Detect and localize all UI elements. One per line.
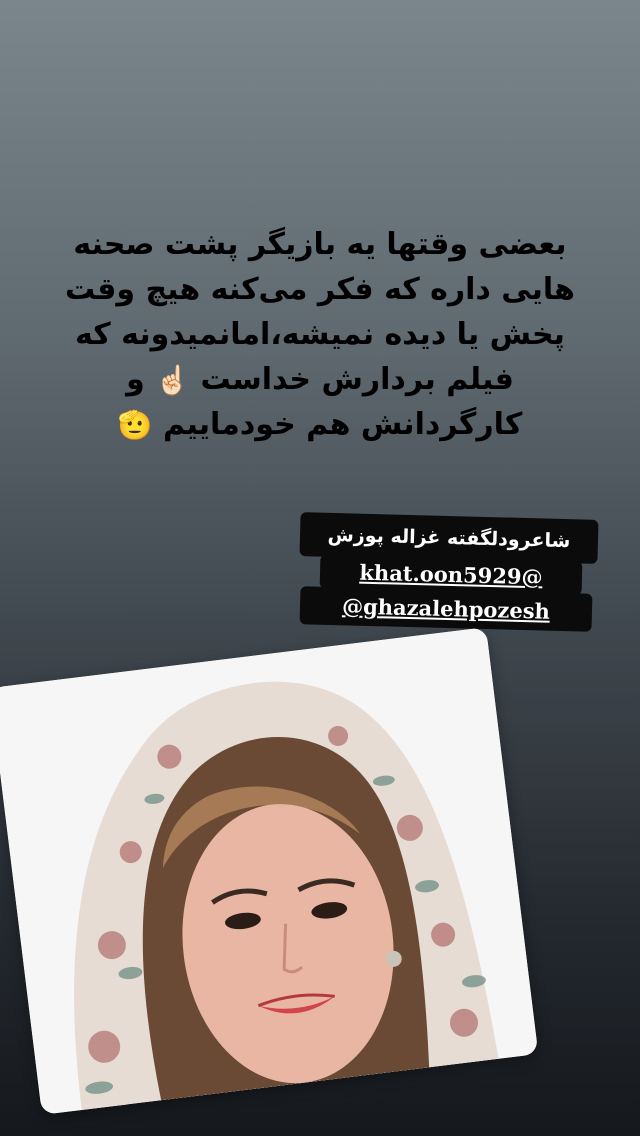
instagram-handle-tag-2[interactable]: @ghazalehpozesh xyxy=(299,586,593,632)
portrait-photo-image xyxy=(0,627,539,1115)
quote-line-4: فیلم بردارش خداست ☝🏻 و xyxy=(40,357,600,402)
quote-line-5-text: کارگردانش هم خودماییم xyxy=(162,407,523,442)
quote-line-2: هایی داره که فکر می‌کنه هیچ وقت xyxy=(65,272,575,307)
quote-word-and: و xyxy=(126,362,145,397)
quote-line-1: بعضی وقتها یه بازیگر پشت صحنه xyxy=(73,227,567,262)
portrait-photo-card xyxy=(0,627,539,1115)
quote-line-3: پخش یا دیده نمیشه،امانمیدونه که xyxy=(75,317,565,352)
quote-line-4-text: فیلم بردارش خداست xyxy=(200,362,514,397)
quote-text-block: بعضی وقتها یه بازیگر پشت صحنه هایی داره … xyxy=(40,222,600,447)
pointing-up-emoji-icon: ☝🏻 xyxy=(155,363,191,397)
quote-line-5: کارگردانش هم خودماییم 🫡 xyxy=(40,402,600,447)
story-canvas: بعضی وقتها یه بازیگر پشت صحنه هایی داره … xyxy=(0,0,640,1136)
saluting-face-emoji-icon: 🫡 xyxy=(117,408,153,442)
